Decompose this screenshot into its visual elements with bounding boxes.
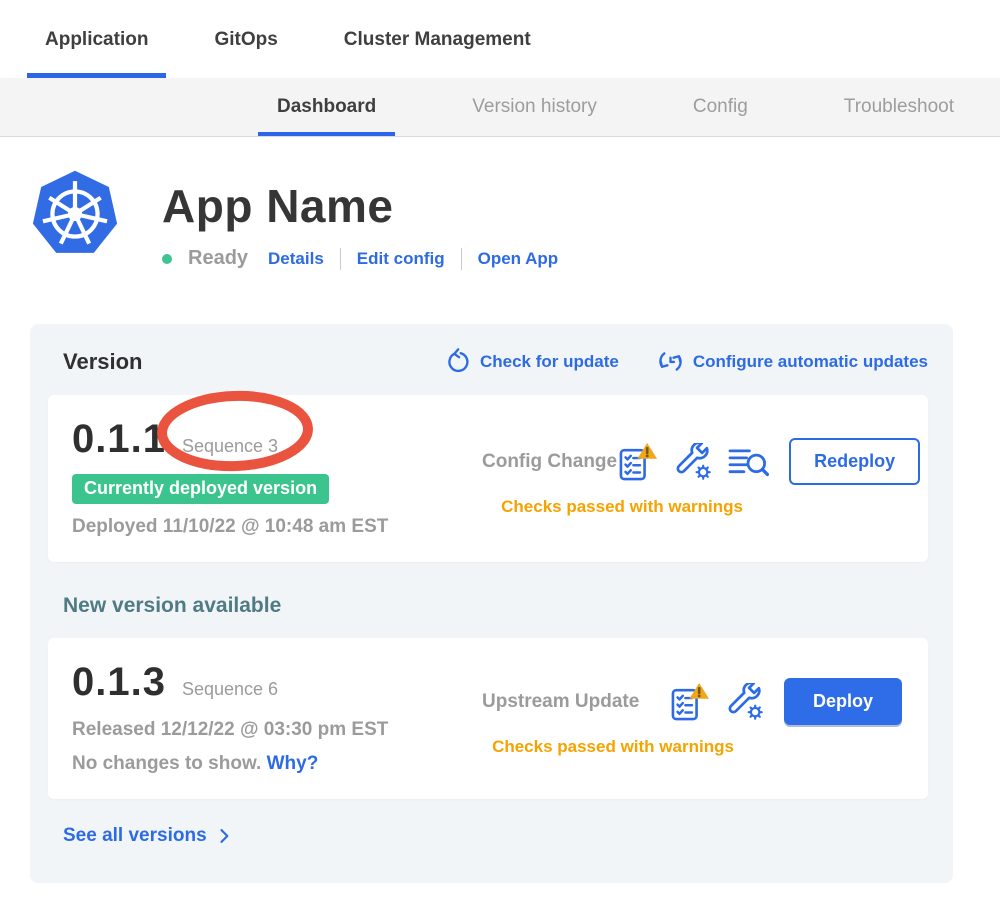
currently-deployed-badge: Currently deployed version [72,474,329,504]
current-version-card: 0.1.1 Sequence 3 Currently deployed vers… [48,395,928,562]
config-wrench-icon[interactable] [726,683,764,721]
status-dot-icon [162,254,172,264]
tab-troubleshoot[interactable]: Troubleshoot [825,78,973,136]
chevron-right-icon [214,826,234,846]
deployed-timestamp: Deployed 11/10/22 @ 10:48 am EST [72,516,420,538]
current-version-number: 0.1.1 [72,417,166,462]
nav-item-gitops[interactable]: GitOps [196,0,295,78]
see-all-versions-label: See all versions [63,825,207,847]
open-app-link[interactable]: Open App [478,249,559,269]
available-version-card: 0.1.3 Sequence 6 Released 12/12/22 @ 03:… [48,638,928,799]
see-all-versions-link[interactable]: See all versions [63,825,234,847]
preflight-checks-warning-icon[interactable] [617,442,659,482]
available-sequence-label: Sequence 6 [182,679,278,700]
check-for-update-label: Check for update [480,352,619,372]
check-for-update-icon [444,348,471,375]
tab-version-history[interactable]: Version history [453,78,616,136]
primary-nav: Application GitOps Cluster Management [0,0,1000,78]
auto-update-icon [657,348,684,375]
nav-item-application[interactable]: Application [27,0,166,78]
checks-status-current: Checks passed with warnings [420,497,920,517]
divider [340,248,341,270]
deploy-button[interactable]: Deploy [784,678,902,725]
status-badge: Ready [188,247,248,270]
change-type-label: Config Change [482,451,617,473]
app-tab-bar: Dashboard Version history Config Trouble… [0,78,1000,137]
details-link[interactable]: Details [268,249,324,269]
no-changes-text: No changes to show. [72,753,261,774]
kubernetes-logo-icon [28,167,122,261]
page-title: App Name [162,179,558,233]
new-version-heading: New version available [63,594,928,618]
edit-config-link[interactable]: Edit config [357,249,445,269]
diff-view-icon[interactable] [727,444,769,480]
preflight-checks-warning-icon[interactable] [669,682,711,722]
redeploy-button[interactable]: Redeploy [789,438,920,485]
version-panel: Version Check for update Configure autom… [30,324,953,883]
config-wrench-icon[interactable] [674,443,712,481]
configure-auto-updates-button[interactable]: Configure automatic updates [657,348,928,375]
configure-auto-updates-label: Configure automatic updates [693,352,928,372]
checks-status-available: Checks passed with warnings [420,737,902,757]
available-version-number: 0.1.3 [72,660,166,705]
change-type-label: Upstream Update [482,691,639,713]
version-heading: Version [63,349,142,375]
tab-dashboard[interactable]: Dashboard [258,78,395,136]
app-header: App Name Ready Details Edit config Open … [28,167,1000,270]
released-timestamp: Released 12/12/22 @ 03:30 pm EST [72,719,420,741]
divider [461,248,462,270]
check-for-update-button[interactable]: Check for update [444,348,619,375]
why-link[interactable]: Why? [267,753,319,774]
nav-item-cluster-management[interactable]: Cluster Management [326,0,549,78]
current-sequence-label: Sequence 3 [182,436,278,457]
tab-config[interactable]: Config [674,78,767,136]
